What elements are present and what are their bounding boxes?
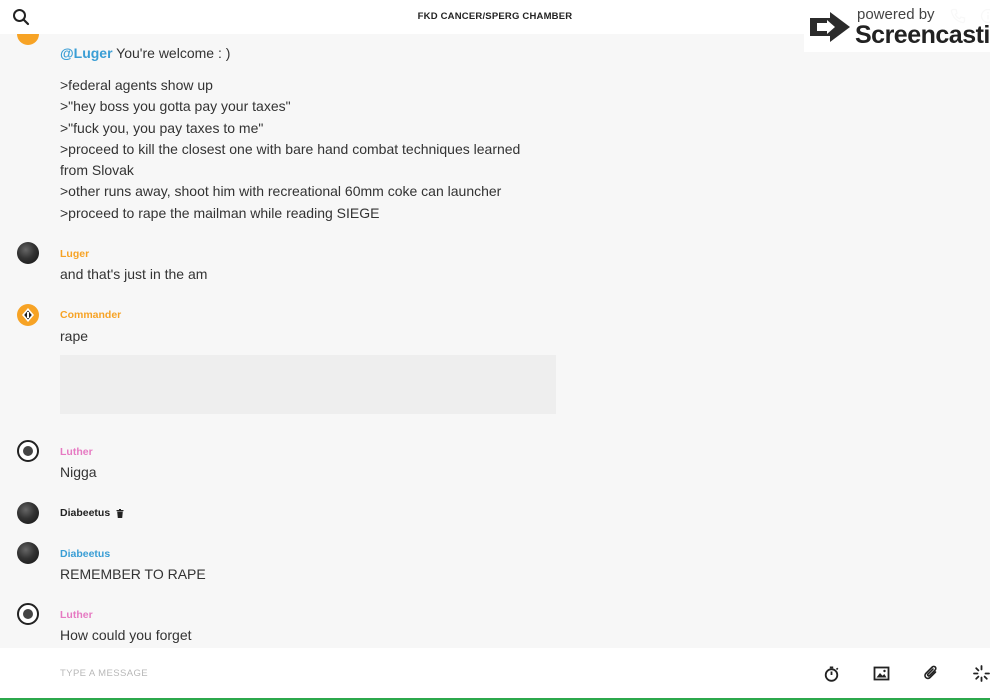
avatar[interactable] bbox=[17, 242, 39, 264]
image-attachment[interactable] bbox=[60, 355, 556, 414]
paperclip-icon[interactable] bbox=[923, 665, 940, 682]
image-icon[interactable] bbox=[873, 665, 890, 682]
message-text: >federal agents show up >"hey boss you g… bbox=[60, 75, 520, 224]
message-text: How could you forget bbox=[60, 627, 192, 643]
message-text: rape bbox=[60, 328, 89, 344]
commander-emblem-icon bbox=[22, 308, 34, 322]
avatar[interactable] bbox=[17, 440, 39, 462]
stopwatch-icon[interactable] bbox=[823, 665, 840, 682]
sender-name[interactable]: Commander bbox=[60, 309, 121, 321]
watermark-brand: Screencastify bbox=[855, 21, 990, 49]
sender-name[interactable]: Luger bbox=[60, 248, 89, 260]
sender-name[interactable]: Luther bbox=[60, 446, 93, 458]
avatar[interactable] bbox=[17, 304, 39, 326]
message-text: @Luger You're welcome : ) bbox=[60, 45, 231, 61]
sender-name[interactable]: Diabeetus bbox=[60, 548, 110, 560]
message-line: >proceed to rape the mailman while readi… bbox=[60, 204, 380, 221]
avatar[interactable] bbox=[17, 603, 39, 625]
message-text: Nigga bbox=[60, 464, 97, 480]
composer bbox=[0, 648, 990, 698]
message-input[interactable] bbox=[60, 662, 660, 684]
message-line: >"hey boss you gotta pay your taxes" bbox=[60, 98, 291, 115]
sparkle-icon[interactable] bbox=[973, 665, 990, 682]
message-line: >federal agents show up bbox=[60, 77, 213, 93]
avatar[interactable] bbox=[17, 502, 39, 524]
mention-link[interactable]: @Luger bbox=[60, 45, 113, 61]
message-line: from Slovak bbox=[60, 162, 134, 179]
screencastify-logo-icon bbox=[810, 12, 850, 42]
avatar[interactable] bbox=[17, 542, 39, 564]
message-text: REMEMBER TO RAPE bbox=[60, 566, 206, 582]
message-line: >other runs away, shoot him with recreat… bbox=[60, 183, 502, 200]
message-text: and that's just in the am bbox=[60, 266, 208, 282]
sender-name[interactable]: Luther bbox=[60, 609, 93, 621]
avatar[interactable] bbox=[17, 34, 39, 45]
screencastify-watermark: powered by Screencastify bbox=[804, 4, 990, 52]
message-list[interactable]: @Luger You're welcome : ) >federal agent… bbox=[0, 34, 990, 648]
message-line: >"fuck you, you pay taxes to me" bbox=[60, 119, 264, 136]
trash-icon[interactable] bbox=[116, 508, 124, 518]
message-line: >proceed to kill the closest one with ba… bbox=[60, 140, 521, 157]
sender-name[interactable]: Diabeetus bbox=[60, 507, 124, 519]
